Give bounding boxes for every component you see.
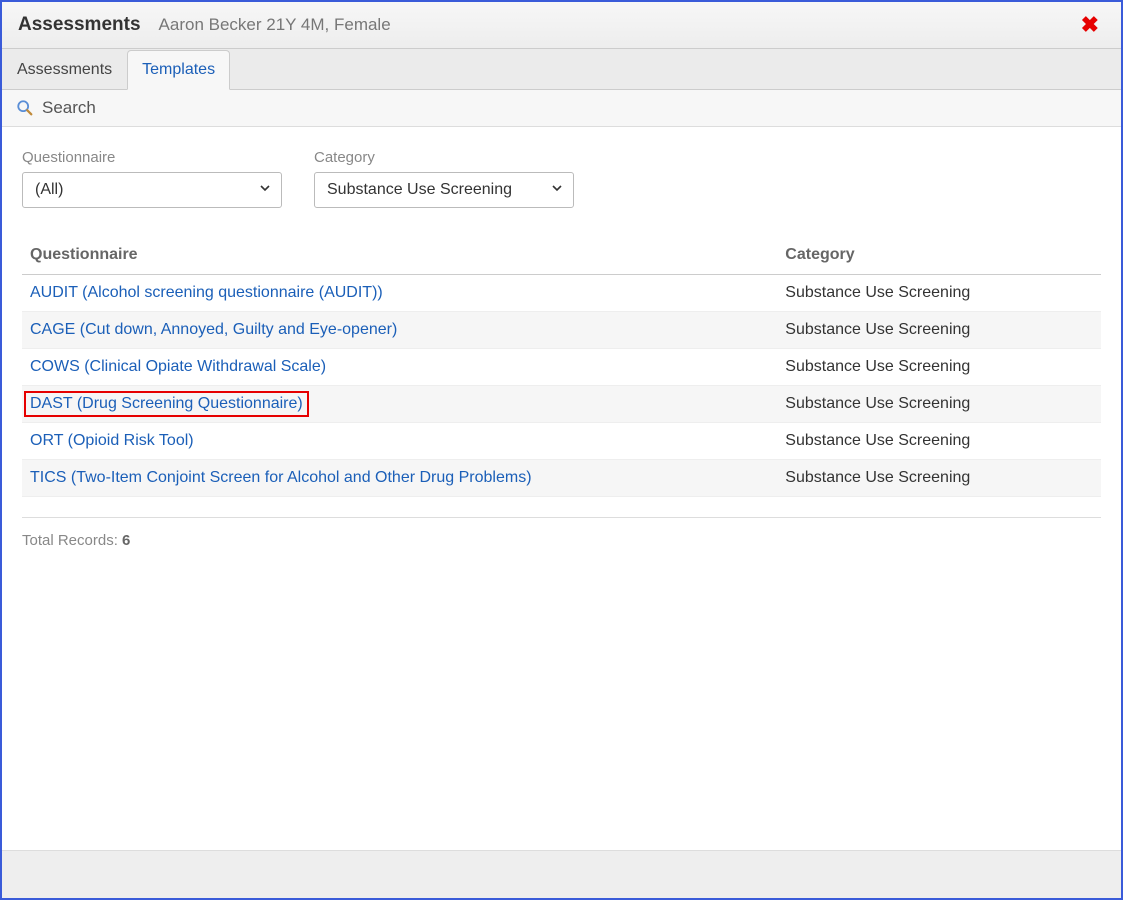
tab-templates[interactable]: Templates: [127, 50, 230, 90]
close-icon[interactable]: ✖: [1075, 12, 1105, 38]
templates-table: Questionnaire Category AUDIT (Alcohol sc…: [22, 236, 1101, 497]
total-records-label: Total Records:: [22, 532, 122, 549]
table-row: COWS (Clinical Opiate Withdrawal Scale) S…: [22, 349, 1101, 386]
filter-questionnaire-label: Questionnaire: [22, 149, 282, 166]
table-row: AUDIT (Alcohol screening questionnaire (…: [22, 275, 1101, 312]
table-row: ORT (Opioid Risk Tool) Substance Use Scre…: [22, 423, 1101, 460]
questionnaire-link[interactable]: COWS (Clinical Opiate Withdrawal Scale): [30, 358, 326, 375]
questionnaire-link[interactable]: TICS (Two-Item Conjoint Screen for Alcoh…: [30, 469, 532, 486]
filter-questionnaire: Questionnaire (All): [22, 149, 282, 208]
category-cell: Substance Use Screening: [777, 312, 1101, 349]
titlebar: Assessments Aaron Becker 21Y 4M, Female …: [2, 2, 1121, 49]
table-row: TICS (Two-Item Conjoint Screen for Alcoh…: [22, 460, 1101, 497]
chevron-down-icon: [551, 181, 563, 199]
questionnaire-link[interactable]: ORT (Opioid Risk Tool): [30, 432, 194, 449]
category-cell: Substance Use Screening: [777, 349, 1101, 386]
filters: Questionnaire (All) Category Substance U…: [22, 149, 1101, 208]
table-row: DAST (Drug Screening Questionnaire) Subst…: [22, 386, 1101, 423]
filter-category-label: Category: [314, 149, 574, 166]
filter-category: Category Substance Use Screening: [314, 149, 574, 208]
category-cell: Substance Use Screening: [777, 275, 1101, 312]
questionnaire-select-value: (All): [35, 181, 63, 199]
questionnaire-link[interactable]: DAST (Drug Screening Questionnaire): [30, 395, 303, 412]
patient-info: Aaron Becker 21Y 4M, Female: [159, 15, 391, 35]
tabs: Assessments Templates: [2, 49, 1121, 90]
footer: [2, 850, 1121, 898]
category-select-value: Substance Use Screening: [327, 181, 512, 199]
search-bar[interactable]: Search: [2, 90, 1121, 127]
titlebar-left: Assessments Aaron Becker 21Y 4M, Female: [18, 14, 391, 36]
window-title: Assessments: [18, 14, 141, 36]
content-area: Questionnaire (All) Category Substance U…: [2, 127, 1121, 850]
search-icon: [16, 99, 34, 117]
table-header-row: Questionnaire Category: [22, 236, 1101, 275]
col-questionnaire[interactable]: Questionnaire: [22, 236, 777, 275]
highlight-box: DAST (Drug Screening Questionnaire): [24, 391, 309, 417]
questionnaire-select[interactable]: (All): [22, 172, 282, 208]
category-cell: Substance Use Screening: [777, 386, 1101, 423]
table-row: CAGE (Cut down, Annoyed, Guilty and Eye-…: [22, 312, 1101, 349]
assessments-modal: Assessments Aaron Becker 21Y 4M, Female …: [0, 0, 1123, 900]
tab-assessments[interactable]: Assessments: [2, 50, 127, 90]
chevron-down-icon: [259, 181, 271, 199]
search-label: Search: [42, 98, 96, 118]
total-records: Total Records: 6: [22, 517, 1101, 549]
questionnaire-link[interactable]: AUDIT (Alcohol screening questionnaire (…: [30, 284, 383, 301]
total-records-count: 6: [122, 532, 130, 549]
col-category[interactable]: Category: [777, 236, 1101, 275]
category-cell: Substance Use Screening: [777, 460, 1101, 497]
questionnaire-link[interactable]: CAGE (Cut down, Annoyed, Guilty and Eye-…: [30, 321, 397, 338]
category-cell: Substance Use Screening: [777, 423, 1101, 460]
category-select[interactable]: Substance Use Screening: [314, 172, 574, 208]
